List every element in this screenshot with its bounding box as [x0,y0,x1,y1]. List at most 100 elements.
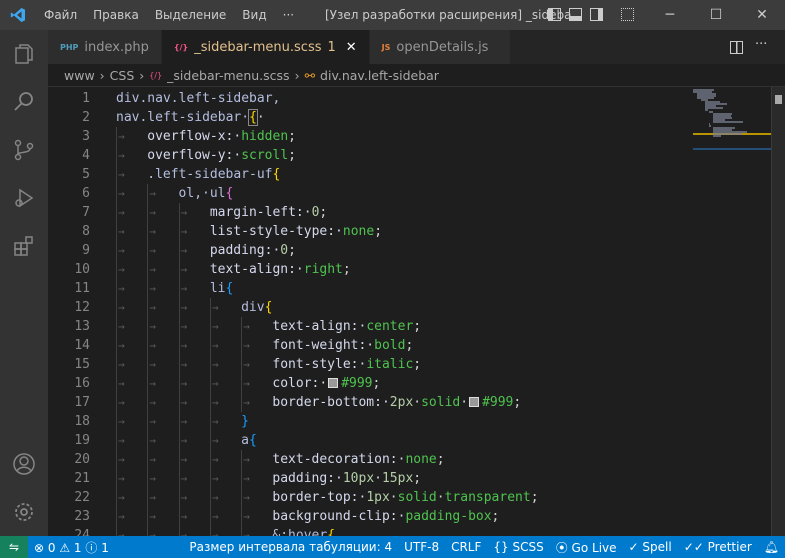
split-editor-icon[interactable] [730,41,743,54]
code-line[interactable]: 5 → .left-sidebar-uf{ [48,165,688,184]
code-line[interactable]: 18 → → → →} [48,412,688,431]
menu-edit[interactable]: Правка [85,0,147,30]
search-icon[interactable] [0,78,48,126]
line-number: 12 [74,300,90,315]
tab-arrow-icon: → [211,453,219,466]
customize-layout-icon[interactable] [621,8,634,21]
extensions-icon[interactable] [0,222,48,270]
encoding[interactable]: UTF-8 [398,540,445,554]
code-token-property: background-clip:· [272,509,406,524]
indent-guide [147,412,149,431]
code-line[interactable]: 17 → → → → → border-bottom:·2px·solid· #999; [48,393,688,412]
code-line[interactable]: 16 → → → → → color:· #999; [48,374,688,393]
close-tab-icon[interactable]: ✕ [346,40,357,55]
line-number: 20 [74,452,90,467]
code-editor[interactable]: 1 div.nav.left-sidebar, 2 nav.left-sidebar·… [48,86,785,536]
end-of-line[interactable]: CRLF [445,540,487,554]
spell-button[interactable]: ✓ Spell [623,540,678,554]
code-line[interactable]: 21 → → → → → padding:·10px·15px; [48,469,688,488]
tab-arrow-icon: → [118,244,125,257]
tab-arrow-icon: → [211,339,219,352]
indent-guide [116,526,117,536]
more-actions-icon[interactable]: ··· [755,37,767,52]
code-line[interactable]: 11 → → → li{ [48,279,688,298]
code-line[interactable]: 15 → → → → → font-style:·italic; [48,355,688,374]
code-line[interactable]: 10 → → → text-align:·right; [48,260,688,279]
explorer-icon[interactable] [0,30,48,78]
menu-selection[interactable]: Выделение [147,0,234,30]
tab-label: index.php [84,39,149,55]
code-token-punct: ; [413,471,422,486]
code-content: a{ [241,431,257,450]
tab-arrow-icon: → [180,510,188,523]
tab-sidebar-menu-scss[interactable]: {/} _sidebar-menu.scss 1 ✕ [161,30,370,64]
code-line[interactable]: 2 nav.left-sidebar·{· [48,108,688,127]
toggle-secondary-sidebar-icon[interactable] [590,8,603,21]
maximize-button[interactable]: ☐ [693,0,739,30]
go-live-button[interactable]: ⦿ Go Live [550,539,623,556]
minimap[interactable] [693,87,773,536]
prettier-button[interactable]: ✓✓ Prettier [678,540,758,554]
code-token-selector: .left-sidebar-uf [147,167,273,182]
code-line[interactable]: 8 → → → list-style-type:·none; [48,222,688,241]
code-token-value: #999 [482,395,514,410]
code-token-punct: · [256,110,265,125]
indent-guide [178,241,180,260]
breadcrumb-www[interactable]: www [64,68,95,83]
source-control-icon[interactable] [0,126,48,174]
tab-arrow-icon: → [118,301,125,314]
tab-opendetails-js[interactable]: JS openDetails.js [369,30,511,64]
line-number: 7 [82,205,90,220]
tab-arrow-icon: → [180,529,188,536]
code-content: div.nav.left-sidebar, [116,89,280,108]
toggle-panel-icon[interactable] [569,8,582,21]
vertical-scrollbar[interactable] [771,87,785,536]
indent-guide [178,317,180,336]
remote-icon[interactable]: ⇋ [0,536,28,558]
breadcrumb-css[interactable]: CSS [110,68,135,83]
code-token-punct: ; [288,129,296,144]
code-line[interactable]: 14 → → → → → font-weight:·bold; [48,336,688,355]
language-mode[interactable]: {} SCSS [487,540,549,554]
minimize-button[interactable]: ─ [647,0,693,30]
code-content: nav.left-sidebar·{· [116,108,265,127]
code-line[interactable]: 9 → → → padding:·0; [48,241,688,260]
indent-guide [116,260,117,279]
settings-gear-icon[interactable] [0,488,48,536]
menu-file[interactable]: Файл [36,0,85,30]
window-title: [Узел разработки расширения] _sideba... [325,8,583,22]
code-line[interactable]: 7 → → → margin-left:·0; [48,203,688,222]
code-line[interactable]: 3 → overflow-x:·hidden; [48,127,688,146]
code-line[interactable]: 22 → → → → → border-top:·1px·solid·transparent… [48,488,688,507]
notifications-bell-icon[interactable]: 🔔︎ [758,540,785,554]
error-count: 0 [47,540,56,555]
tab-arrow-icon: → [180,339,188,352]
code-line[interactable]: 24 → → → → → &:hover{ [48,526,688,536]
tab-arrow-icon: → [118,282,125,295]
code-line[interactable]: 6 → → ol,·ul{ [48,184,688,203]
code-line[interactable]: 19 → → → → a{ [48,431,688,450]
code-token-punct: · [460,395,469,410]
problems-indicator[interactable]: ⊗ 0 ⚠ 1 ⓘ 1 [28,539,115,556]
breadcrumb-symbol[interactable]: div.nav.left-sidebar [320,68,439,83]
code-line[interactable]: 13 → → → → → text-align:·center; [48,317,688,336]
menu-more[interactable]: ··· [275,0,302,30]
run-debug-icon[interactable] [0,174,48,222]
tab-index-php[interactable]: PHP index.php [48,30,162,64]
code-line[interactable]: 1 div.nav.left-sidebar, [48,89,688,108]
color-swatch[interactable] [469,397,480,407]
indent-guide [178,431,180,450]
menu-view[interactable]: Вид [234,0,274,30]
code-line[interactable]: 23 → → → → → background-clip:·padding-box; [48,507,688,526]
color-swatch[interactable] [328,378,339,388]
accounts-icon[interactable] [0,440,48,488]
indent-guide [209,374,211,393]
breadcrumb-file[interactable]: _sidebar-menu.scss [167,68,289,83]
code-line[interactable]: 12 → → → → div{ [48,298,688,317]
close-window-button[interactable]: ✕ [739,0,785,30]
tab-size[interactable]: Размер интервала табуляции: 4 [183,540,398,554]
code-line[interactable]: 20 → → → → → text-decoration:·none; [48,450,688,469]
scrollbar-thumb[interactable] [775,95,782,104]
code-line[interactable]: 4 → overflow-y:·scroll; [48,146,688,165]
toggle-sidebar-icon[interactable] [548,8,561,21]
